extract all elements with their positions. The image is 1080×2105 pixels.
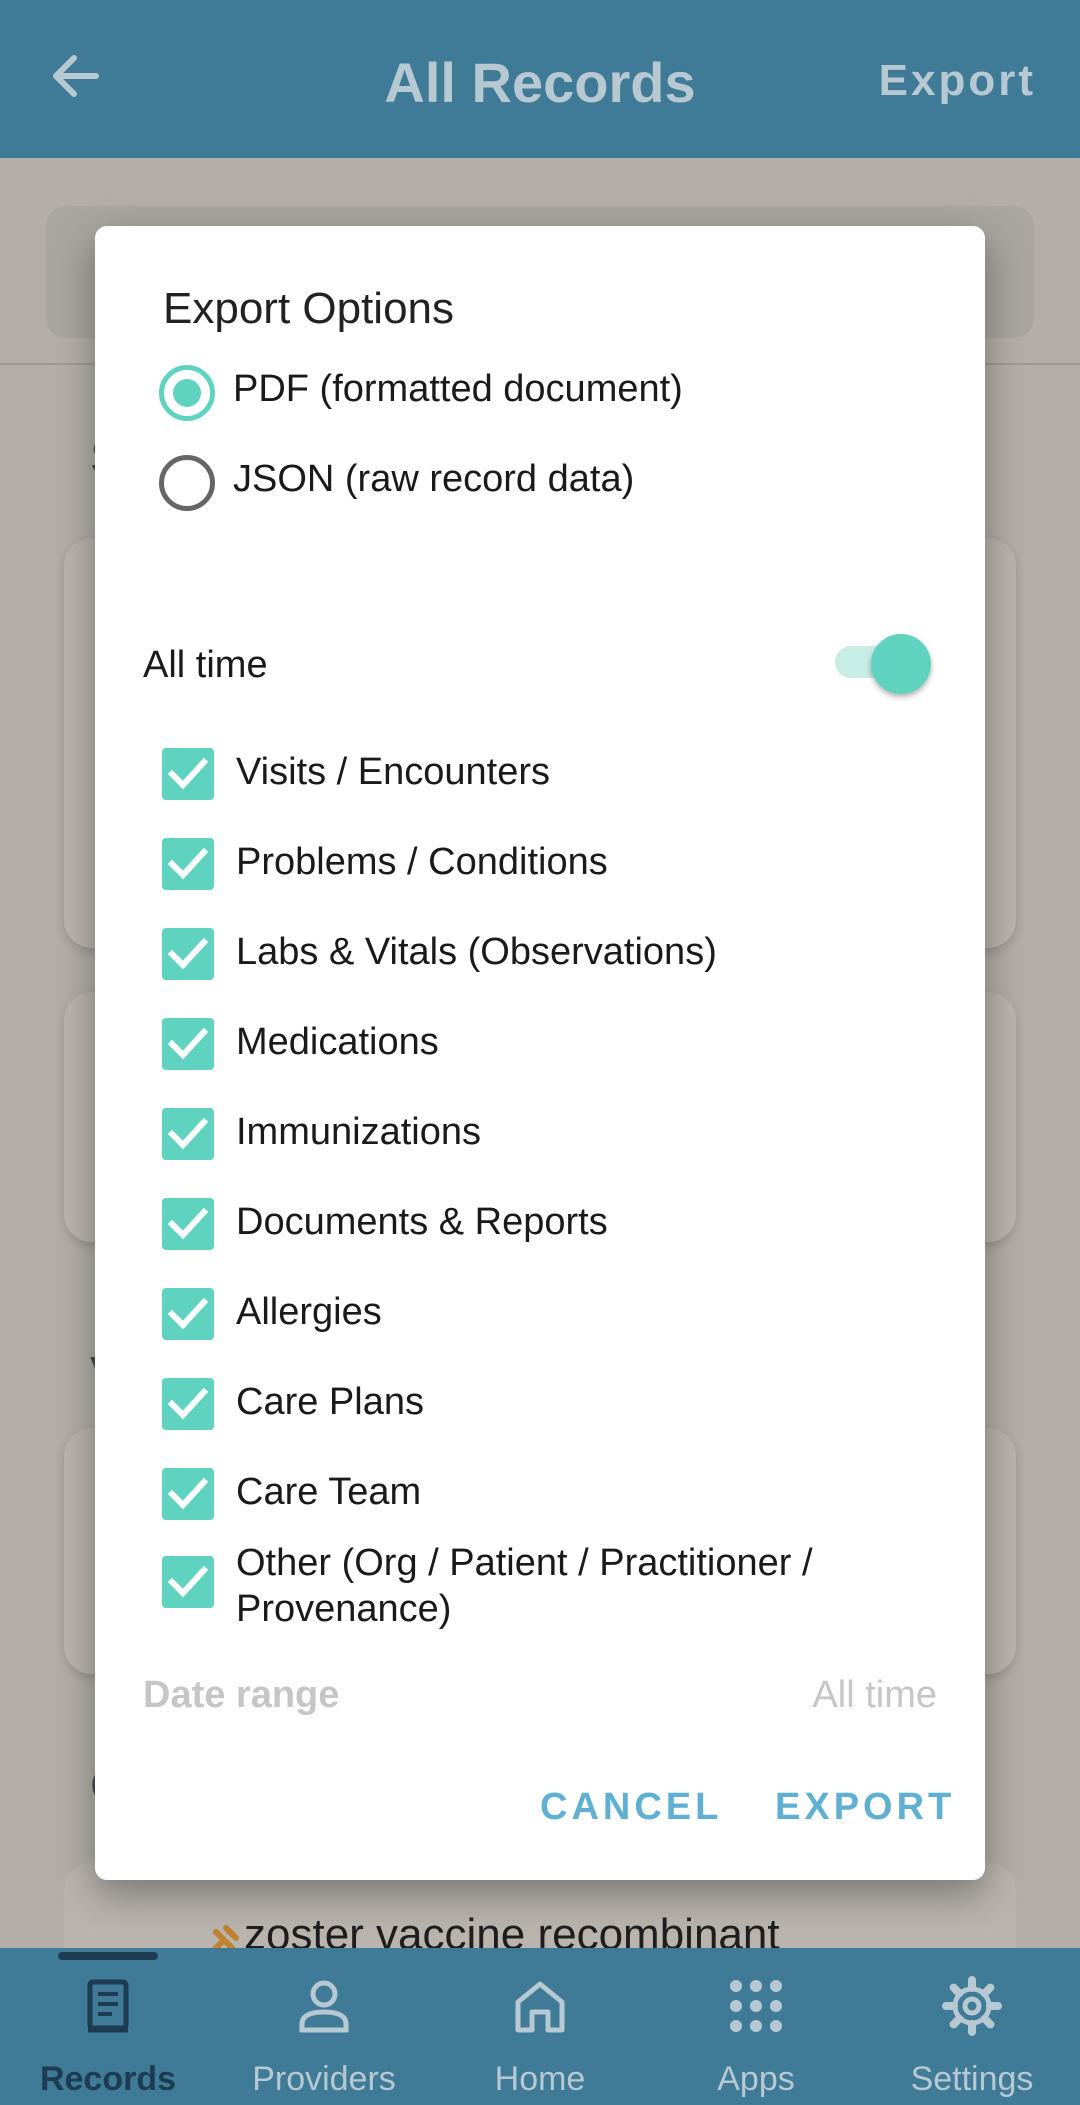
category-label: Problems / Conditions: [236, 841, 608, 883]
home-icon: [510, 1976, 570, 2036]
all-time-label: All time: [143, 644, 268, 686]
bottom-navigation: Records Providers Home Apps Settings: [0, 1948, 1080, 2105]
category-label: Visits / Encounters: [236, 751, 551, 793]
category-label: Medications: [236, 1021, 439, 1063]
checkbox-checked-icon[interactable]: [162, 1018, 214, 1070]
category-label: Immunizations: [236, 1111, 481, 1153]
category-label: Allergies: [236, 1291, 382, 1333]
nav-item-providers[interactable]: Providers: [216, 1948, 432, 2105]
nav-label: Apps: [717, 2060, 795, 2098]
nav-item-apps[interactable]: Apps: [648, 1948, 864, 2105]
checkbox-checked-icon[interactable]: [162, 1468, 214, 1520]
app-bar: All Records Export: [0, 0, 1080, 158]
radio-unselected-icon[interactable]: [159, 455, 215, 511]
checkbox-checked-icon[interactable]: [162, 1378, 214, 1430]
date-range-label: Date range: [143, 1674, 340, 1716]
category-label: Labs & Vitals (Observations): [236, 931, 717, 973]
checkbox-checked-icon[interactable]: [162, 838, 214, 890]
export-action-button[interactable]: Export: [879, 56, 1036, 106]
nav-label: Settings: [910, 2060, 1034, 2098]
date-range-value: All time: [812, 1674, 937, 1716]
checkbox-checked-icon[interactable]: [162, 1556, 214, 1608]
apps-grid-icon: [726, 1976, 786, 2036]
checkbox-checked-icon[interactable]: [162, 1198, 214, 1250]
person-icon: [294, 1976, 354, 2036]
category-label: Other (Org / Patient / Practitioner / Pr…: [236, 1542, 813, 1630]
active-tab-indicator: [58, 1952, 158, 1960]
category-label: Care Plans: [236, 1381, 424, 1423]
nav-item-settings[interactable]: Settings: [864, 1948, 1080, 2105]
nav-label: Records: [39, 2060, 177, 2098]
toggle-thumb: [871, 634, 931, 694]
radio-label: PDF (formatted document): [233, 368, 683, 410]
category-label: Care Team: [236, 1471, 422, 1513]
checkbox-checked-icon[interactable]: [162, 1288, 214, 1340]
checkbox-checked-icon[interactable]: [162, 748, 214, 800]
radio-label: JSON (raw record data): [233, 458, 635, 500]
cancel-button[interactable]: CANCEL: [540, 1786, 722, 1829]
gear-icon: [942, 1976, 1002, 2036]
nav-item-home[interactable]: Home: [432, 1948, 648, 2105]
nav-label: Home: [494, 2060, 586, 2098]
nav-label: Providers: [252, 2060, 396, 2098]
category-label: Documents & Reports: [236, 1201, 608, 1243]
nav-item-records[interactable]: Records: [0, 1948, 216, 2105]
export-options-dialog: Export Options PDF (formatted document) …: [95, 226, 985, 1880]
radio-selected-icon[interactable]: [159, 365, 215, 421]
all-time-toggle[interactable]: [835, 628, 931, 694]
export-button[interactable]: EXPORT: [775, 1786, 955, 1829]
dialog-title: Export Options: [163, 284, 455, 333]
records-icon: [78, 1976, 138, 2036]
checkbox-checked-icon[interactable]: [162, 928, 214, 980]
checkbox-checked-icon[interactable]: [162, 1108, 214, 1160]
